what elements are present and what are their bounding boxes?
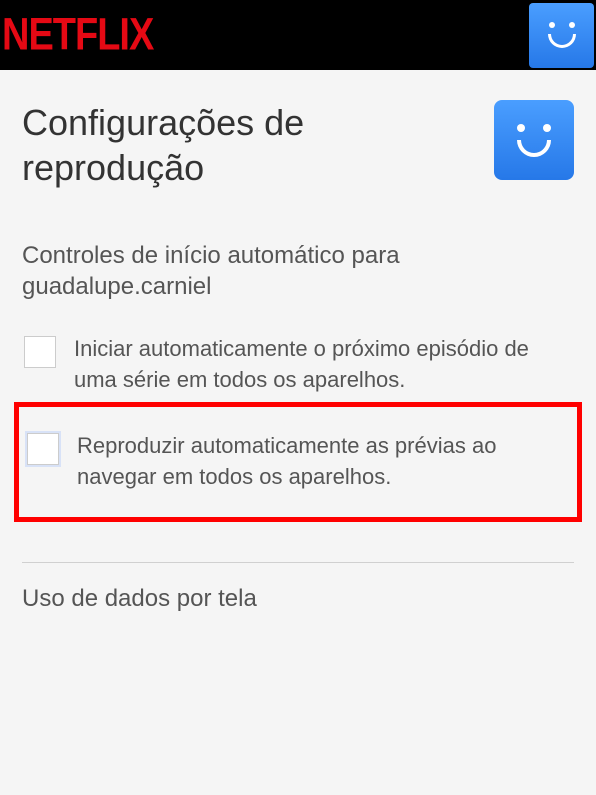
avatar-smile-icon (548, 34, 576, 48)
netflix-logo[interactable]: NETFLIX (0, 9, 153, 61)
section-divider (22, 562, 574, 563)
highlighted-annotation: Reproduzir automaticamente as prévias ao… (14, 402, 582, 522)
autoplay-next-episode-checkbox[interactable] (24, 336, 56, 368)
app-header: NETFLIX (0, 0, 596, 70)
profile-avatar-large[interactable] (494, 100, 574, 180)
profile-avatar-small[interactable] (529, 3, 594, 68)
title-row: Configurações de reprodução (22, 100, 574, 190)
autoplay-section-title: Controles de início automático para guad… (22, 240, 574, 302)
autoplay-previews-row[interactable]: Reproduzir automaticamente as prévias ao… (19, 427, 563, 497)
page-title: Configurações de reprodução (22, 100, 442, 190)
avatar-smile-icon (517, 140, 551, 157)
page-content: Configurações de reprodução Controles de… (0, 70, 596, 614)
autoplay-next-episode-label: Iniciar automaticamente o próximo episód… (74, 334, 574, 396)
autoplay-next-episode-row[interactable]: Iniciar automaticamente o próximo episód… (22, 330, 574, 400)
autoplay-previews-label: Reproduzir automaticamente as prévias ao… (77, 431, 563, 493)
data-usage-section-title: Uso de dados por tela (22, 583, 574, 614)
avatar-eyes-icon (517, 124, 551, 132)
autoplay-previews-checkbox[interactable] (27, 433, 59, 465)
avatar-eyes-icon (549, 22, 575, 28)
